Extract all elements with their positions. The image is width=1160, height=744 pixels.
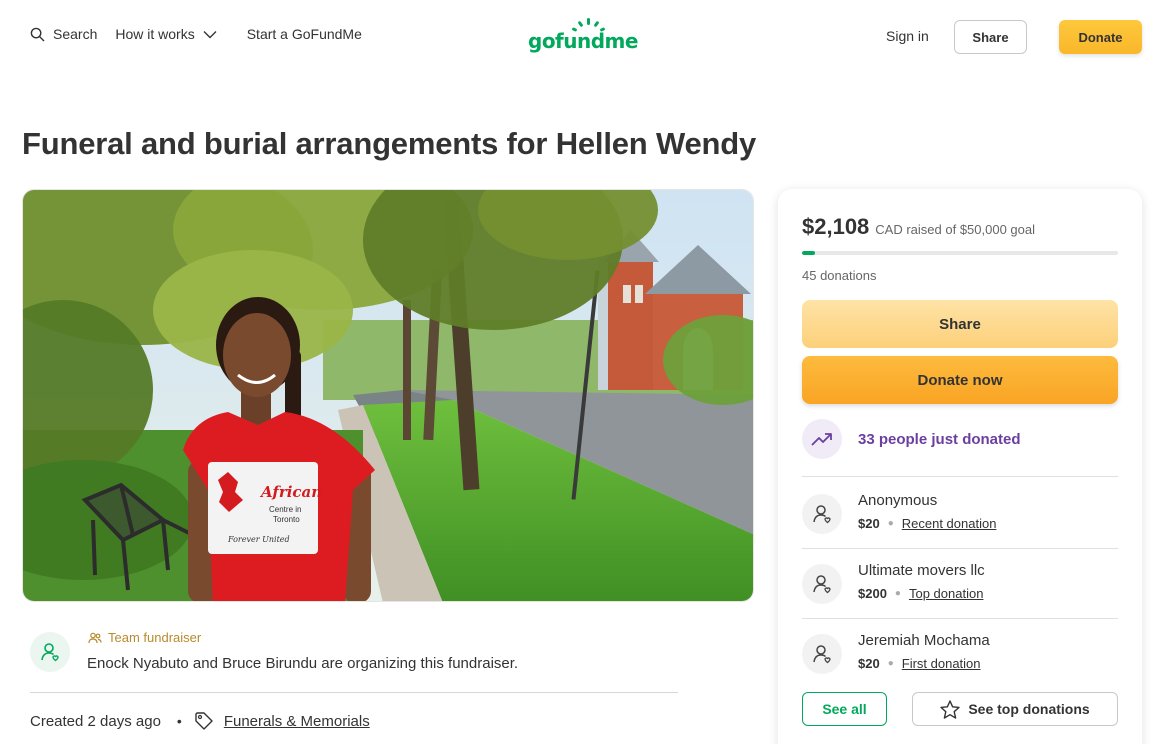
header-donate-button[interactable]: Donate — [1059, 20, 1142, 54]
created-date: Created 2 days ago — [30, 712, 161, 730]
divider — [802, 476, 1118, 477]
donor-item: Jeremiah Mochama $20 ● First donation — [802, 632, 1118, 692]
donor-details: $20 ● Recent donation — [858, 516, 996, 531]
organizer-avatar — [30, 632, 70, 672]
raised-goal-text: CAD raised of $50,000 goal — [875, 222, 1036, 237]
team-icon — [88, 632, 102, 643]
separator-dot: ● — [894, 588, 901, 599]
donor-item: Ultimate movers llc $200 ● Top donation — [802, 562, 1118, 622]
trending-up-icon — [811, 433, 832, 446]
campaign-meta: Created 2 days ago • Funerals & Memorial… — [30, 711, 370, 731]
campaign-photo: African Centre in Toronto Forever United — [22, 189, 754, 602]
organizer-text: Enock Nyabuto and Bruce Birundu are orga… — [87, 655, 519, 672]
search-label: Search — [53, 26, 98, 42]
divider — [30, 692, 678, 693]
shirt-text-toronto: Toronto — [273, 515, 300, 524]
share-button[interactable]: Share — [802, 300, 1118, 348]
donor-avatar — [802, 494, 842, 534]
donor-type-link[interactable]: Top donation — [909, 586, 983, 601]
donate-now-button[interactable]: Donate now — [802, 356, 1118, 404]
donor-type-link[interactable]: Recent donation — [902, 516, 997, 531]
divider — [802, 548, 1118, 549]
divider — [802, 618, 1118, 619]
how-it-works-menu[interactable]: How it works — [115, 26, 217, 42]
progress-fill — [802, 251, 816, 255]
trend-badge — [802, 419, 842, 459]
donor-item: Anonymous $20 ● Recent donation — [802, 492, 1118, 552]
donor-amount: $20 — [858, 516, 880, 531]
user-heart-icon — [813, 645, 831, 664]
donor-amount: $20 — [858, 656, 880, 671]
donor-avatar — [802, 634, 842, 674]
donor-amount: $200 — [858, 586, 887, 601]
site-header: Search How it works Start a GoFundMe gof… — [0, 0, 1160, 72]
start-gofundme-label: Start a GoFundMe — [246, 26, 362, 42]
see-top-donations-label: See top donations — [968, 701, 1090, 717]
raised-amount: $2,108 — [802, 214, 870, 239]
donor-avatar — [802, 564, 842, 604]
start-gofundme-link[interactable]: Start a GoFundMe — [247, 26, 362, 42]
donor-name: Ultimate movers llc — [858, 562, 985, 579]
separator-dot: • — [176, 713, 182, 729]
team-fundraiser-text: Team fundraiser — [108, 630, 202, 645]
chevron-down-icon — [203, 30, 217, 38]
header-share-button[interactable]: Share — [954, 20, 1027, 54]
user-heart-icon — [41, 643, 59, 662]
category-link[interactable]: Funerals & Memorials — [224, 713, 370, 730]
donor-details: $20 ● First donation — [858, 656, 981, 671]
search-button[interactable]: Search — [30, 26, 97, 42]
donor-name: Jeremiah Mochama — [858, 632, 990, 649]
separator-dot: ● — [887, 518, 894, 529]
shirt-text-african: African — [259, 483, 322, 501]
donor-type-link[interactable]: First donation — [902, 656, 981, 671]
user-heart-icon — [813, 575, 831, 594]
gofundme-logo[interactable]: gofundme — [528, 18, 638, 58]
progress-bar — [802, 251, 1118, 255]
nav-left: Search How it works Start a GoFundMe — [30, 26, 362, 42]
donor-details: $200 ● Top donation — [858, 586, 983, 601]
team-fundraiser-label: Team fundraiser — [88, 630, 201, 645]
recent-donors-text: 33 people just donated — [858, 431, 1021, 448]
donation-card: $2,108 CAD raised of $50,000 goal 45 don… — [778, 189, 1142, 744]
donations-count: 45 donations — [802, 268, 877, 283]
raised-summary: $2,108 CAD raised of $50,000 goal — [802, 214, 1035, 240]
see-top-donations-button[interactable]: See top donations — [912, 692, 1118, 726]
sign-in-link[interactable]: Sign in — [886, 28, 929, 44]
separator-dot: ● — [887, 658, 894, 669]
how-it-works-label: How it works — [115, 26, 195, 42]
star-icon — [940, 699, 961, 719]
user-heart-icon — [813, 505, 831, 524]
donor-name: Anonymous — [858, 492, 938, 509]
shirt-text-forever: Forever United — [227, 535, 290, 544]
shirt-text-centre: Centre in — [269, 505, 301, 514]
logo-text: gofundme — [528, 29, 638, 53]
tag-icon — [195, 712, 213, 730]
search-icon — [30, 27, 45, 41]
page-title: Funeral and burial arrangements for Hell… — [22, 126, 756, 161]
see-all-button[interactable]: See all — [802, 692, 887, 726]
